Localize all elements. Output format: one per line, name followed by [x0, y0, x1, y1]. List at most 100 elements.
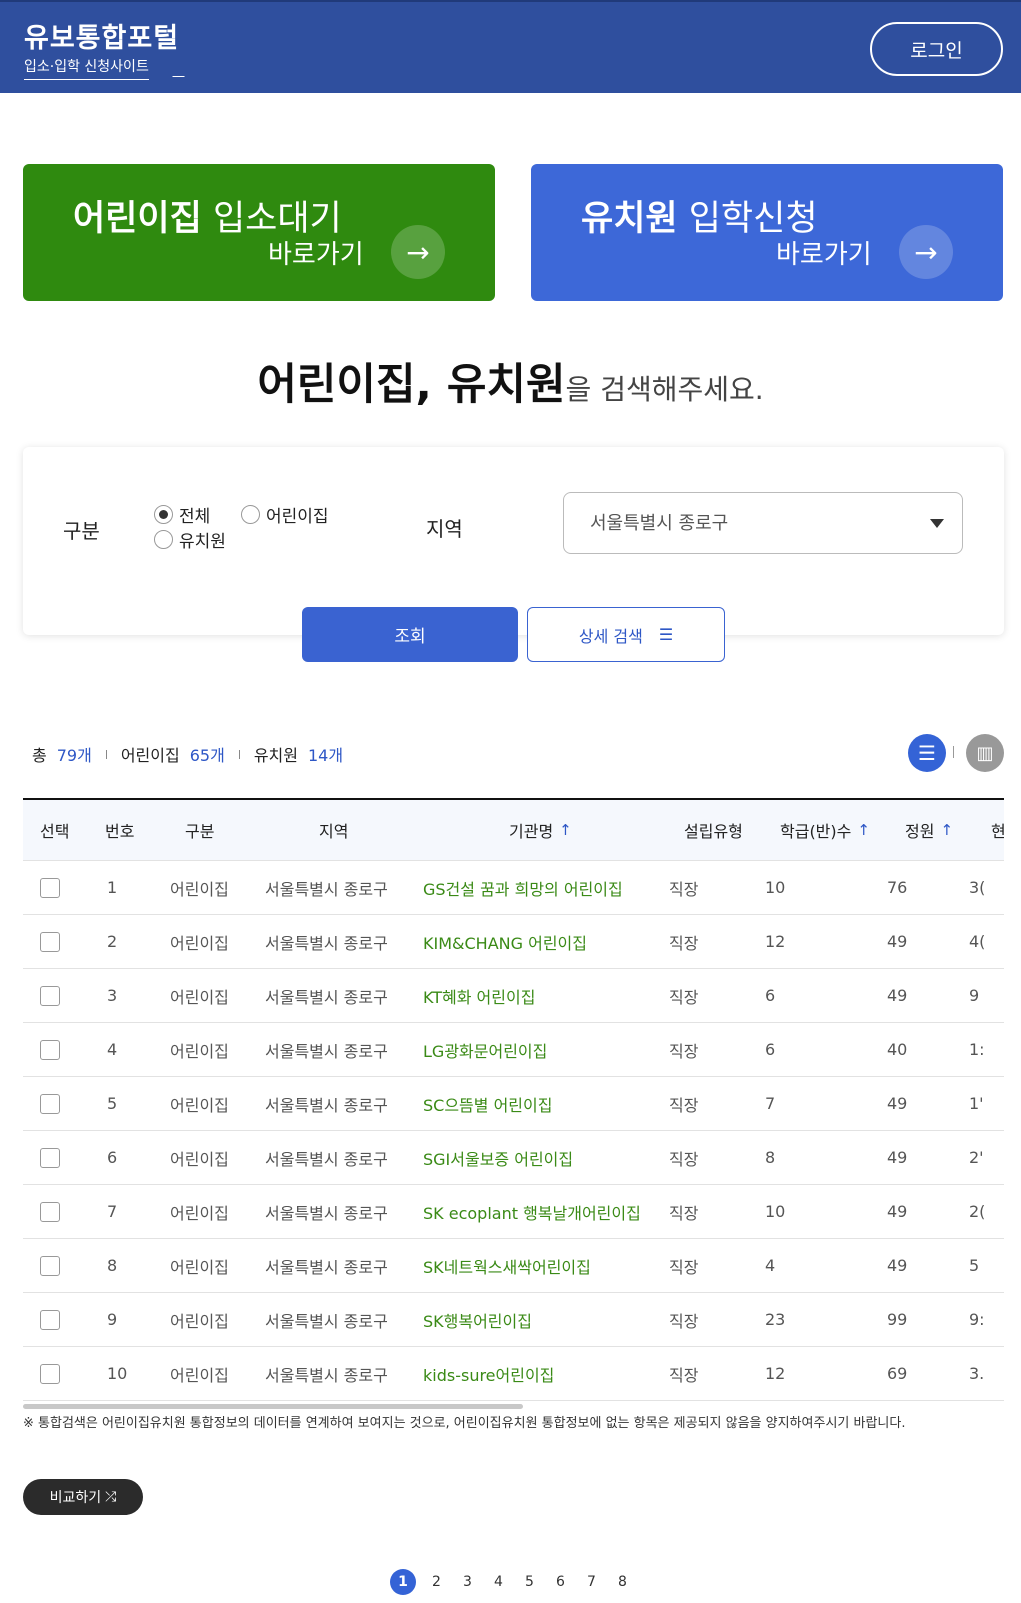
row-number: 7: [107, 1202, 118, 1221]
row-classes: 8: [765, 1148, 776, 1167]
col-number: 번호: [105, 822, 135, 841]
arrow-right-icon[interactable]: →: [391, 225, 445, 279]
row-checkbox[interactable]: [40, 1293, 60, 1346]
row-establishment: 직장: [669, 987, 699, 1007]
row-region: 서울특별시 종로구: [265, 1095, 388, 1115]
row-number: 2: [107, 932, 118, 951]
row-checkbox[interactable]: [40, 861, 60, 914]
row-region: 서울특별시 종로구: [265, 1257, 388, 1277]
row-institution-link[interactable]: LG광화문어린이집: [423, 1023, 547, 1076]
row-institution-link[interactable]: SK ecoplant 행복날개어린이집: [423, 1185, 641, 1238]
page-3[interactable]: 3: [452, 1568, 483, 1596]
row-institution-link[interactable]: KIM&CHANG 어린이집: [423, 915, 587, 968]
type-radio-all[interactable]: 전체: [154, 502, 210, 527]
row-classes: 4: [765, 1256, 776, 1275]
row-number: 1: [107, 878, 118, 897]
detail-search-button[interactable]: 상세 검색 ☰: [527, 607, 725, 662]
sort-up-icon: ↑: [940, 821, 954, 839]
row-checkbox[interactable]: [40, 1077, 60, 1130]
select-checkbox[interactable]: [40, 1039, 60, 1060]
sort-up-icon: ↑: [559, 821, 572, 839]
col-region: 지역: [319, 822, 349, 841]
row-institution-link[interactable]: KT혜화 어린이집: [423, 969, 535, 1022]
row-type: 어린이집: [170, 1257, 229, 1277]
select-checkbox[interactable]: [40, 1147, 60, 1168]
row-checkbox[interactable]: [40, 1131, 60, 1184]
row-current: 9: [969, 986, 980, 1005]
page-5[interactable]: 5: [514, 1568, 545, 1596]
type-radio-kindergarten[interactable]: 유치원: [154, 527, 226, 552]
row-institution-link[interactable]: SK네트웍스새싹어린이집: [423, 1239, 591, 1292]
select-checkbox[interactable]: [40, 1309, 60, 1330]
select-checkbox[interactable]: [40, 1255, 60, 1276]
arrow-right-icon[interactable]: →: [899, 225, 953, 279]
page-6[interactable]: 6: [545, 1568, 576, 1596]
table-row: 5 어린이집 서울특별시 종로구 SC으뜸별 어린이집 직장 7 49 1': [23, 1077, 1004, 1131]
table-horizontal-scrollbar[interactable]: [23, 1404, 523, 1409]
page-2[interactable]: 2: [421, 1568, 452, 1596]
daycare-waiting-banner[interactable]: 어린이집 입소대기 바로가기 →: [23, 164, 495, 301]
row-checkbox[interactable]: [40, 915, 60, 968]
map-view-icon[interactable]: ▥: [966, 734, 1004, 772]
row-institution-link[interactable]: SC으뜸별 어린이집: [423, 1077, 552, 1130]
table-row: 7 어린이집 서울특별시 종로구 SK ecoplant 행복날개어린이집 직장 10 49…: [23, 1185, 1004, 1239]
row-region: 서울특별시 종로구: [265, 933, 388, 953]
row-capacity: 49: [887, 986, 908, 1005]
row-classes: 7: [765, 1094, 776, 1113]
select-checkbox[interactable]: [40, 1363, 60, 1384]
row-current: 4(: [969, 932, 986, 951]
select-checkbox[interactable]: [40, 931, 60, 952]
page-1[interactable]: 1: [390, 1569, 416, 1595]
radio-checked-icon[interactable]: [154, 505, 173, 524]
row-checkbox[interactable]: [40, 1185, 60, 1238]
list-view-icon[interactable]: ☰: [908, 734, 946, 772]
radio-unchecked-icon[interactable]: [241, 505, 260, 524]
row-region: 서울특별시 종로구: [265, 1311, 388, 1331]
col-capacity[interactable]: 정원 ↑: [905, 800, 953, 860]
select-checkbox[interactable]: [40, 1201, 60, 1222]
row-type: 어린이집: [170, 1311, 229, 1331]
row-checkbox[interactable]: [40, 1239, 60, 1292]
page-7[interactable]: 7: [576, 1568, 607, 1596]
row-type: 어린이집: [170, 1203, 229, 1223]
row-type: 어린이집: [170, 933, 229, 953]
search-heading: 어린이집, 유치원을 검색해주세요.: [257, 360, 764, 410]
page-8[interactable]: 8: [607, 1568, 638, 1596]
row-capacity: 49: [887, 1202, 908, 1221]
type-label: 구분: [63, 519, 100, 543]
row-number: 6: [107, 1148, 118, 1167]
search-button[interactable]: 조회: [302, 607, 518, 662]
row-type: 어린이집: [170, 1095, 229, 1115]
site-title[interactable]: 유보통합포털: [24, 16, 179, 55]
row-type: 어린이집: [170, 987, 229, 1007]
row-region: 서울특별시 종로구: [265, 987, 388, 1007]
row-current: 9:: [969, 1310, 985, 1329]
select-checkbox[interactable]: [40, 877, 60, 898]
select-checkbox[interactable]: [40, 1093, 60, 1114]
login-button[interactable]: 로그인: [870, 22, 1003, 76]
row-checkbox[interactable]: [40, 1347, 60, 1400]
row-current: 3(: [969, 878, 986, 897]
compare-button[interactable]: 비교하기 ⤮: [23, 1479, 143, 1515]
row-classes: 6: [765, 1040, 776, 1059]
radio-unchecked-icon[interactable]: [154, 530, 173, 549]
shuffle-icon: ⤮: [105, 1489, 117, 1505]
row-checkbox[interactable]: [40, 969, 60, 1022]
caret-down-icon: [930, 519, 944, 528]
row-checkbox[interactable]: [40, 1023, 60, 1076]
page-4[interactable]: 4: [483, 1568, 514, 1596]
row-capacity: 49: [887, 1256, 908, 1275]
row-institution-link[interactable]: kids-sure어린이집: [423, 1347, 554, 1400]
region-select[interactable]: 서울특별시 종로구: [563, 492, 963, 554]
sliders-icon: ☰: [658, 625, 674, 644]
kindergarten-apply-banner[interactable]: 유치원 입학신청 바로가기 →: [531, 164, 1003, 301]
col-classes[interactable]: 학급(반)수 ↑: [780, 800, 870, 860]
select-checkbox[interactable]: [40, 985, 60, 1006]
row-institution-link[interactable]: SK행복어린이집: [423, 1293, 532, 1346]
row-institution-link[interactable]: GS건설 꿈과 희망의 어린이집: [423, 861, 623, 914]
results-table: 선택 번호 구분 지역 기관명↑ 설립유형 학급(반)수↑ 정원↑ 현 1 어린이…: [23, 798, 1004, 1403]
brand[interactable]: 유보통합포털 입소·입학 신청사이트: [24, 16, 185, 80]
row-institution-link[interactable]: SGI서울보증 어린이집: [423, 1131, 573, 1184]
type-radio-daycare[interactable]: 어린이집: [241, 502, 329, 527]
col-name[interactable]: 기관명 ↑: [509, 800, 572, 860]
